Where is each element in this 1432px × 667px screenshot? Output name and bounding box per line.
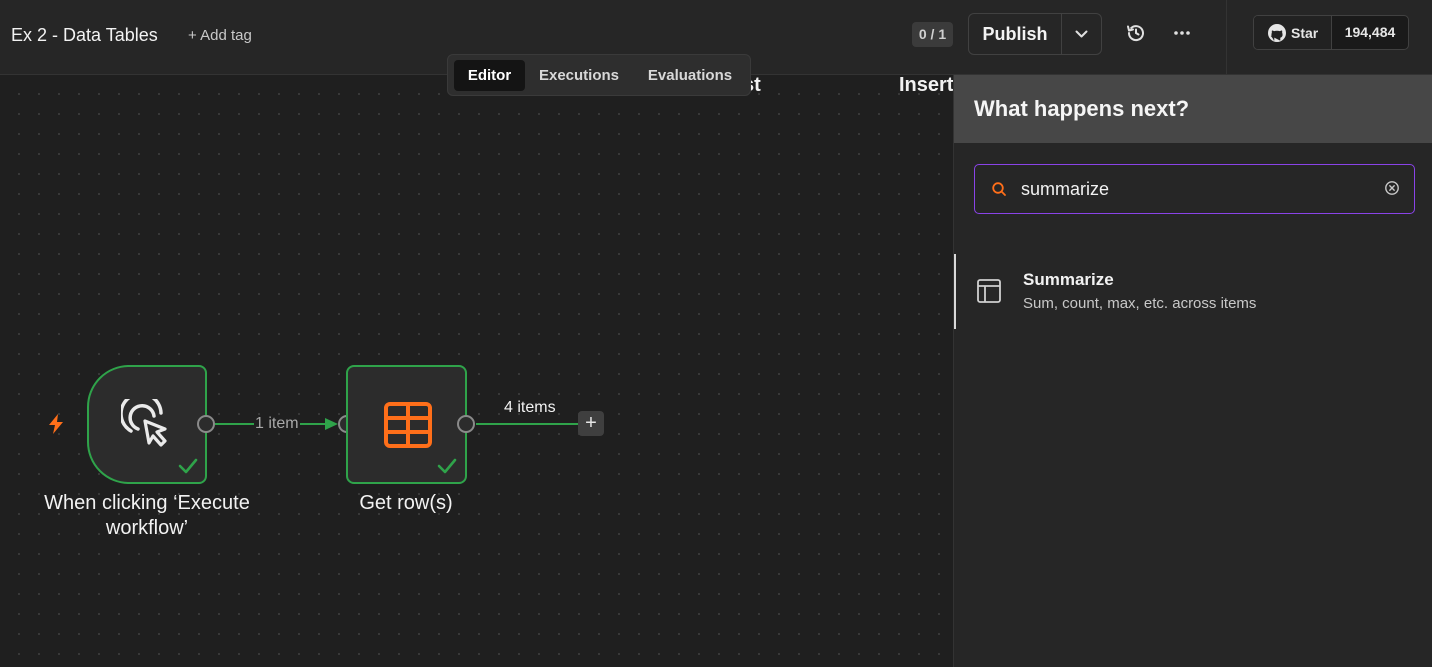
tab-evaluations[interactable]: Evaluations <box>640 60 740 91</box>
edge-item-count-label: 4 items <box>504 399 556 416</box>
get-rows-node-label: Get row(s) <box>359 492 453 514</box>
trigger-node-label: When clicking ‘Execute workflow’ <box>22 491 272 541</box>
tab-executions[interactable]: Executions <box>531 60 627 91</box>
selected-indicator <box>954 254 956 329</box>
search-result-item[interactable]: Summarize Sum, count, max, etc. across i… <box>954 254 1432 329</box>
add-node-button[interactable]: + <box>578 411 604 436</box>
history-button[interactable] <box>1125 22 1147 44</box>
panel-header: What happens next? <box>954 75 1432 143</box>
publish-button[interactable]: Publish <box>969 14 1061 54</box>
view-tabs: Editor Executions Evaluations <box>447 54 751 96</box>
github-star-button[interactable]: Star <box>1254 16 1331 49</box>
workflow-title[interactable]: Ex 2 - Data Tables <box>11 25 158 46</box>
trigger-bolt-icon <box>49 414 63 434</box>
node-search-input[interactable] <box>1021 165 1371 213</box>
get-rows-output-handle[interactable] <box>457 415 475 433</box>
header-divider <box>1226 0 1227 74</box>
search-icon <box>992 182 1006 196</box>
arrowhead-icon <box>325 418 338 430</box>
overlapped-text-right: Insert <box>899 74 953 96</box>
add-tag-button[interactable]: + Add tag <box>188 27 252 44</box>
ellipsis-icon <box>1174 31 1190 35</box>
app-root: When clicking ‘Execute workflow’ 1 item … <box>0 0 1432 667</box>
cursor-click-icon <box>121 399 167 447</box>
more-options-button[interactable] <box>1170 22 1194 44</box>
publish-group: Publish <box>968 13 1102 55</box>
github-star-widget[interactable]: Star 194,484 <box>1253 15 1409 50</box>
publish-options-button[interactable] <box>1062 14 1101 54</box>
get-rows-node[interactable] <box>346 365 467 484</box>
summarize-icon <box>977 279 1001 303</box>
connection-get-rows-output[interactable] <box>476 423 578 425</box>
result-description: Sum, count, max, etc. across items <box>1023 295 1257 312</box>
trigger-output-handle[interactable] <box>197 415 215 433</box>
trigger-label-line2: workflow’ <box>105 517 189 539</box>
success-check-icon <box>178 458 198 474</box>
trigger-node[interactable] <box>87 365 207 484</box>
table-icon <box>384 402 432 448</box>
result-title: Summarize <box>1023 270 1114 289</box>
clear-search-icon[interactable] <box>1384 180 1400 196</box>
version-counter-badge: 0 / 1 <box>912 22 953 47</box>
tab-editor[interactable]: Editor <box>454 60 525 91</box>
node-creator-panel: What happens next? Summarize Sum, count,… <box>953 75 1432 667</box>
panel-title: What happens next? <box>974 96 1190 121</box>
success-check-icon <box>437 458 457 474</box>
github-icon <box>1268 23 1286 42</box>
github-star-label: Star <box>1291 24 1319 41</box>
chevron-down-icon <box>1075 30 1088 38</box>
node-search-box[interactable] <box>974 164 1415 214</box>
history-icon <box>1127 25 1144 42</box>
github-star-count[interactable]: 194,484 <box>1331 16 1408 49</box>
edge-item-count-label: 1 item <box>254 415 300 433</box>
trigger-label-line1: When clicking ‘Execute <box>44 492 250 514</box>
workflow-canvas[interactable]: When clicking ‘Execute workflow’ 1 item … <box>0 75 953 667</box>
